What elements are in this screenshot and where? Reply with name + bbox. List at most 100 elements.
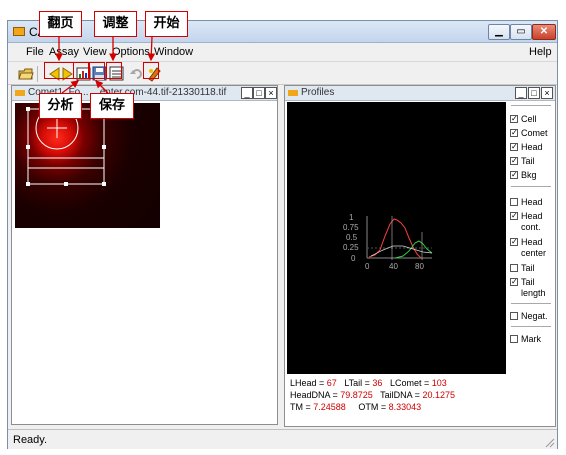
- analyze-highlight: [73, 62, 89, 79]
- option-label: Head: [521, 142, 543, 152]
- metrics-row-3: TM = 7.24588 OTM = 8.33043: [290, 401, 503, 413]
- checkbox[interactable]: [510, 198, 518, 206]
- option-mark[interactable]: Mark: [510, 334, 541, 345]
- toolbar-separator: [37, 66, 38, 82]
- lcomet-value: 103: [431, 378, 447, 388]
- menu-assay[interactable]: Assay: [49, 46, 79, 58]
- option-negat[interactable]: Negat.: [510, 311, 548, 322]
- checkbox[interactable]: ✓: [510, 212, 518, 220]
- option-tail[interactable]: ✓ Tail: [510, 156, 535, 167]
- option-label: Head cont.: [521, 211, 543, 232]
- menu-file[interactable]: File: [26, 46, 44, 58]
- head-profile-line: [368, 218, 422, 259]
- checkbox[interactable]: ✓: [510, 157, 518, 165]
- option-bkg[interactable]: ✓ Bkg: [510, 170, 537, 181]
- image-close-button[interactable]: ×: [265, 87, 277, 99]
- checkbox[interactable]: ✓: [510, 115, 518, 123]
- roi-overlay[interactable]: [15, 103, 160, 228]
- lhead-label: LHead =: [290, 378, 327, 388]
- option-head-profile[interactable]: Head: [510, 197, 543, 208]
- checkbox[interactable]: ✓: [510, 143, 518, 151]
- profiles-close-button[interactable]: ×: [541, 87, 553, 99]
- x-tick-label: 80: [415, 262, 424, 271]
- y-tick-label: 1: [349, 213, 354, 222]
- y-tick-label: 0.5: [346, 233, 358, 242]
- y-tick-label: 0.75: [343, 223, 359, 232]
- otm-label: OTM =: [358, 402, 389, 412]
- profiles-window[interactable]: Profiles _ □ × 1 0.75 0.5 0.25 0 0 40 80: [284, 85, 556, 427]
- checkbox[interactable]: ✓: [510, 129, 518, 137]
- page-turn-callout: 翻页: [39, 11, 82, 37]
- title-bar: CA ▁ ▭ ✕: [8, 21, 557, 43]
- option-label: Bkg: [521, 170, 537, 180]
- option-label: Tail: [521, 263, 535, 273]
- checkbox[interactable]: [510, 335, 518, 343]
- status-text: Ready.: [13, 434, 48, 446]
- display-options-panel: ✓ Cell ✓ Comet ✓ Head ✓ Tail ✓ Bkg Head ✓ Head…: [509, 102, 553, 425]
- checkbox[interactable]: ✓: [510, 238, 518, 246]
- app-window: CA ▁ ▭ ✕ File Assay View Options Window …: [7, 20, 558, 449]
- maximize-button[interactable]: ▭: [510, 24, 532, 40]
- option-head[interactable]: ✓ Head: [510, 142, 543, 153]
- checkbox[interactable]: [510, 312, 518, 320]
- checkbox[interactable]: ✓: [510, 171, 518, 179]
- analyze-callout: 分析: [39, 93, 82, 119]
- menu-bar: File Assay View Options Window Help: [8, 43, 557, 61]
- profiles-window-title: Profiles: [301, 87, 335, 98]
- adjust-highlight: [106, 62, 122, 79]
- option-head-center[interactable]: ✓ Head center: [510, 237, 546, 259]
- checkbox[interactable]: ✓: [510, 278, 518, 286]
- option-label: Mark: [521, 334, 541, 344]
- menu-help[interactable]: Help: [529, 46, 552, 58]
- ltail-value: 36: [372, 378, 383, 388]
- option-comet[interactable]: ✓ Comet: [510, 128, 548, 139]
- minimize-button[interactable]: ▁: [488, 24, 510, 40]
- comet-image[interactable]: [15, 103, 160, 228]
- image-window[interactable]: Comet1_Fo... ...enter.com-44.tif-2133011…: [11, 85, 278, 425]
- taildna-label: TailDNA =: [380, 390, 423, 400]
- headdna-label: HeadDNA =: [290, 390, 341, 400]
- menu-window[interactable]: Window: [154, 46, 193, 58]
- option-cell[interactable]: ✓ Cell: [510, 114, 537, 125]
- option-label: Negat.: [521, 311, 548, 321]
- close-button[interactable]: ✕: [532, 24, 556, 40]
- adjust-callout: 调整: [94, 11, 137, 37]
- start-callout: 开始: [145, 11, 188, 37]
- status-bar: Ready.: [8, 429, 557, 449]
- option-head-cont[interactable]: ✓ Head cont.: [510, 211, 543, 233]
- option-label: Tail: [521, 156, 535, 166]
- profile-plot-area: 1 0.75 0.5 0.25 0 0 40 80: [287, 102, 506, 374]
- tm-value: 7.24588: [313, 402, 346, 412]
- menu-view[interactable]: View: [83, 46, 107, 58]
- open-folder-icon[interactable]: [18, 66, 34, 82]
- metrics-row-1: LHead = 67 LTail = 36 LComet = 103: [290, 377, 503, 389]
- document-icon: [15, 90, 25, 96]
- metrics-row-2: HeadDNA = 79.8725 TailDNA = 20.1275: [290, 389, 503, 401]
- lhead-value: 67: [326, 378, 337, 388]
- y-tick-label: 0: [351, 254, 356, 263]
- otm-value: 8.33043: [388, 402, 422, 412]
- menu-options[interactable]: Options: [112, 46, 150, 58]
- option-tail-profile[interactable]: Tail: [510, 263, 535, 274]
- save-callout: 保存: [90, 93, 134, 119]
- x-tick-label: 0: [365, 262, 370, 271]
- option-label: Cell: [521, 114, 537, 124]
- document-icon: [288, 90, 298, 96]
- image-maximize-button[interactable]: □: [253, 87, 265, 99]
- option-tail-length[interactable]: ✓ Tail length: [510, 277, 546, 299]
- headdna-value: 79.8725: [340, 390, 373, 400]
- taildna-value: 20.1275: [422, 390, 455, 400]
- option-label: Comet: [521, 128, 548, 138]
- intensity-profile-plot: 1 0.75 0.5 0.25 0 0 40 80: [343, 213, 433, 271]
- start-highlight: [143, 62, 159, 79]
- ltail-label: LTail =: [344, 378, 373, 388]
- options-divider: [511, 303, 551, 304]
- tm-label: TM =: [290, 402, 314, 412]
- profiles-maximize-button[interactable]: □: [528, 87, 540, 99]
- app-icon: [13, 27, 25, 36]
- image-minimize-button[interactable]: _: [241, 87, 253, 99]
- profiles-minimize-button[interactable]: _: [515, 87, 527, 99]
- resize-grip-icon[interactable]: [543, 436, 555, 448]
- checkbox[interactable]: [510, 264, 518, 272]
- options-divider: [511, 186, 551, 187]
